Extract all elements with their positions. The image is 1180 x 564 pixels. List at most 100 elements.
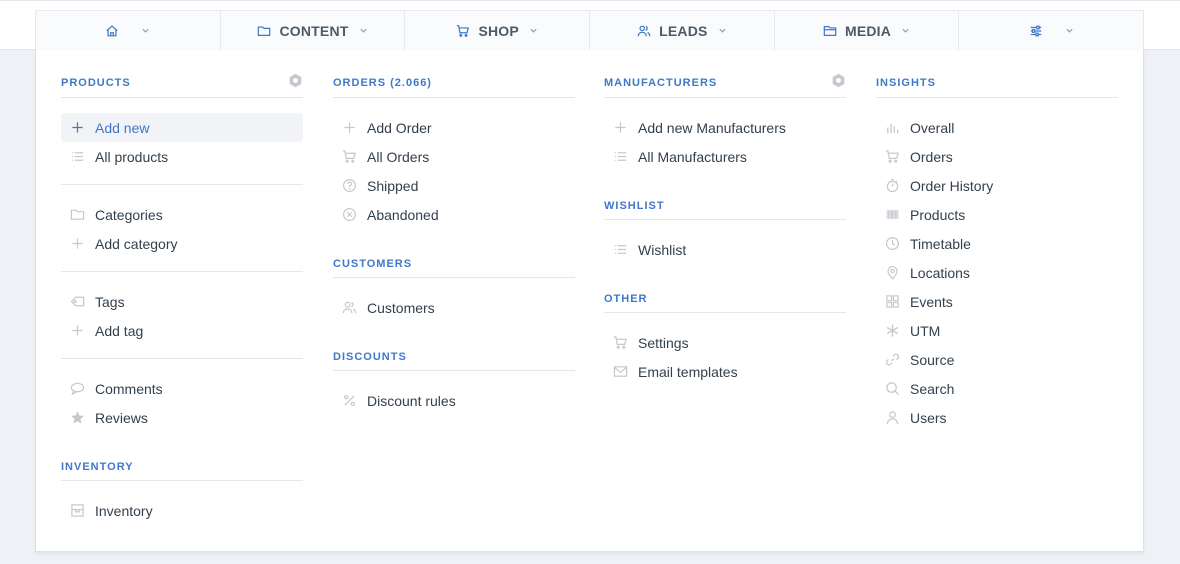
- wishlist-heading: WISHLIST: [604, 200, 665, 212]
- customers-heading: CUSTOMERS: [333, 258, 413, 270]
- list-icon: [71, 152, 84, 161]
- column-insights: INSIGHTS Overall Orders Order History Pr…: [876, 50, 1118, 445]
- section-heading-inventory: INVENTORY: [61, 445, 303, 481]
- other-list: Settings Email templates: [604, 313, 846, 399]
- reviews[interactable]: Reviews: [61, 403, 303, 432]
- all-orders-label: All Orders: [367, 148, 430, 165]
- section-heading-wishlist: WISHLIST: [604, 184, 846, 220]
- chevron-down-icon: [902, 28, 909, 33]
- list-icon: [614, 245, 627, 254]
- nav-home[interactable]: [36, 11, 221, 50]
- wishlist-label: Wishlist: [638, 241, 687, 258]
- discount-rules-label: Discount rules: [367, 392, 456, 409]
- utm-label: UTM: [910, 322, 941, 339]
- categories-label: Categories: [95, 206, 163, 223]
- nav-media-label: MEDIA: [844, 22, 892, 39]
- categories[interactable]: Categories: [61, 200, 303, 229]
- shipped-label: Shipped: [367, 177, 419, 194]
- email-templates[interactable]: Email templates: [604, 357, 846, 386]
- all-manufacturers-label: All Manufacturers: [638, 148, 747, 165]
- add-new-manufacturers[interactable]: Add new Manufacturers: [604, 113, 846, 142]
- chevron-down-icon: [530, 28, 537, 33]
- inventory[interactable]: Inventory: [61, 496, 303, 525]
- chevron-down-icon: [1066, 28, 1073, 33]
- add-new-product[interactable]: Add new: [61, 113, 303, 142]
- insights-orders[interactable]: Orders: [876, 142, 1118, 171]
- insights-order-history[interactable]: Order History: [876, 171, 1118, 200]
- source-label: Source: [910, 351, 955, 368]
- all-orders[interactable]: All Orders: [333, 142, 575, 171]
- plus-icon: [615, 122, 626, 133]
- discount-rules[interactable]: Discount rules: [333, 386, 575, 415]
- add-order[interactable]: Add Order: [333, 113, 575, 142]
- all-manufacturers[interactable]: All Manufacturers: [604, 142, 846, 171]
- column-manufacturers: MANUFACTURERS Add new Manufacturers All …: [604, 50, 846, 399]
- shipped[interactable]: Shipped: [333, 171, 575, 200]
- discounts-heading: DISCOUNTS: [333, 351, 407, 363]
- abandoned[interactable]: Abandoned: [333, 200, 575, 229]
- add-category[interactable]: Add category: [61, 229, 303, 258]
- add-tag[interactable]: Add tag: [61, 316, 303, 345]
- settings-label: Settings: [638, 334, 689, 351]
- star-icon: [70, 411, 85, 424]
- nav-content[interactable]: CONTENT: [221, 11, 406, 50]
- insights-overall[interactable]: Overall: [876, 113, 1118, 142]
- inventory-box-icon: [71, 504, 84, 517]
- percent-icon: [344, 395, 355, 406]
- gear-icon[interactable]: [288, 73, 303, 88]
- locations-label: Locations: [910, 264, 970, 281]
- link-icon: [885, 353, 900, 366]
- user-icon: [886, 411, 899, 425]
- nav-media[interactable]: MEDIA: [775, 11, 960, 50]
- all-products[interactable]: All products: [61, 142, 303, 171]
- inventory-heading: INVENTORY: [61, 461, 134, 473]
- list-icon: [614, 152, 627, 161]
- events-label: Events: [910, 293, 953, 310]
- insights-users[interactable]: Users: [876, 403, 1118, 432]
- customers[interactable]: Customers: [333, 293, 575, 322]
- shop-mega-menu: PRODUCTS Add new All products Categories…: [35, 50, 1144, 552]
- comments[interactable]: Comments: [61, 374, 303, 403]
- insights-timetable[interactable]: Timetable: [876, 229, 1118, 258]
- nav-content-label: CONTENT: [279, 22, 349, 39]
- manufacturers-list: Add new Manufacturers All Manufacturers: [604, 98, 846, 184]
- insights-source[interactable]: Source: [876, 345, 1118, 374]
- main-nav: CONTENT SHOP LEADS MEDIA: [35, 10, 1144, 50]
- nav-leads[interactable]: LEADS: [590, 11, 775, 50]
- map-pin-icon: [887, 265, 898, 280]
- all-products-label: All products: [95, 148, 169, 165]
- folder-icon: [70, 209, 85, 220]
- products-heading: PRODUCTS: [61, 77, 131, 89]
- nav-shop[interactable]: SHOP: [405, 11, 591, 50]
- tags[interactable]: Tags: [61, 287, 303, 316]
- products-list: Add new All products: [61, 98, 303, 185]
- plus-icon: [344, 122, 355, 133]
- stopwatch-icon: [886, 179, 899, 193]
- comment-icon: [70, 382, 85, 396]
- orders-list: Add Order All Orders Shipped Abandoned: [333, 98, 575, 242]
- nav-filters[interactable]: [959, 11, 1143, 50]
- cart-icon: [342, 150, 356, 163]
- insights-locations[interactable]: Locations: [876, 258, 1118, 287]
- media-folder-icon: [823, 25, 837, 36]
- reviews-label: Reviews: [95, 409, 148, 426]
- email-templates-label: Email templates: [638, 363, 738, 380]
- categories-list: Categories Add category: [61, 185, 303, 272]
- insights-search[interactable]: Search: [876, 374, 1118, 403]
- orders-heading: ORDERS (2.066): [333, 77, 432, 89]
- inventory-label: Inventory: [95, 502, 153, 519]
- gear-icon[interactable]: [831, 73, 846, 88]
- overall-label: Overall: [910, 119, 955, 136]
- customers-label: Customers: [367, 299, 435, 316]
- inventory-list: Inventory: [61, 481, 303, 538]
- feedback-list: Comments Reviews: [61, 359, 303, 445]
- insights-utm[interactable]: UTM: [876, 316, 1118, 345]
- settings[interactable]: Settings: [604, 328, 846, 357]
- wishlist[interactable]: Wishlist: [604, 235, 846, 264]
- insights-products[interactable]: Products: [876, 200, 1118, 229]
- customers-list: Customers: [333, 278, 575, 335]
- products-label: Products: [910, 206, 966, 223]
- users-label: Users: [910, 409, 947, 426]
- insights-events[interactable]: Events: [876, 287, 1118, 316]
- envelope-icon: [613, 366, 628, 377]
